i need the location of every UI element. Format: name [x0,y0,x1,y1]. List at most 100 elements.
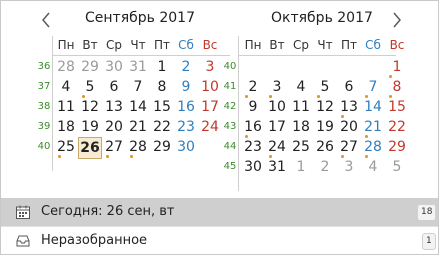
day-cell[interactable]: 19 [78,117,102,137]
day-cell[interactable]: 18 [54,117,78,137]
day-cell[interactable]: 29 [78,57,102,77]
day-cell[interactable]: 16 [241,117,265,137]
day-cell[interactable]: 18 [289,117,313,137]
month-title-september[interactable]: Сентябрь 2017 [85,10,195,26]
day-cell[interactable]: 28 [361,137,385,157]
week-number[interactable]: 39 [35,121,53,132]
day-cell[interactable]: 5 [385,157,409,177]
day-cell[interactable]: 4 [289,77,313,97]
day-cell[interactable]: 23 [174,117,198,137]
today-row[interactable]: Сегодня: 26 сен, вт 18 [1,198,438,226]
day-cell[interactable]: 28 [54,57,78,77]
day-cell[interactable]: 27 [102,137,126,157]
day-cell[interactable]: 4 [54,77,78,97]
day-cell[interactable]: 1 [150,57,174,77]
today-count-badge: 18 [417,204,437,221]
day-cell[interactable]: 17 [198,97,222,117]
day-cell[interactable]: 25 [54,137,78,157]
day-cell[interactable]: 10 [265,97,289,117]
day-cell[interactable]: 20 [102,117,126,137]
day-cell[interactable]: 2 [313,157,337,177]
unsorted-row[interactable]: Неразобранное 1 [1,226,438,254]
day-cell[interactable]: 15 [150,97,174,117]
mini-calendar-panel: Сентябрь 2017 Октябрь 2017 Сегодня: 26 с… [0,0,439,255]
day-cell[interactable]: 13 [337,97,361,117]
day-cell[interactable]: 6 [102,77,126,97]
day-cell[interactable]: 12 [313,97,337,117]
next-month-button[interactable] [387,9,407,31]
day-cell[interactable]: 30 [241,157,265,177]
day-cell[interactable]: 14 [126,97,150,117]
day-cell[interactable]: 27 [337,137,361,157]
day-cell[interactable]: 23 [241,137,265,157]
day-cell[interactable]: 7 [361,77,385,97]
day-cell[interactable]: 6 [337,77,361,97]
month-title-october[interactable]: Октябрь 2017 [271,10,373,26]
week-number[interactable]: 40 [221,61,239,72]
chevron-right-icon [393,12,401,28]
day-cell[interactable]: 5 [313,77,337,97]
day-cell[interactable]: 25 [289,137,313,157]
day-cell[interactable]: 21 [361,117,385,137]
day-cell[interactable]: 5 [78,77,102,97]
week-number[interactable]: 44 [221,141,239,152]
event-dot [130,155,133,158]
day-cell-today[interactable]: 26 [78,137,102,159]
day-cell[interactable]: 24 [265,137,289,157]
weekday-header: Вс [202,38,218,52]
day-cell[interactable]: 20 [337,117,361,137]
week-number[interactable]: 42 [221,101,239,112]
day-cell[interactable]: 26 [313,137,337,157]
day-cell[interactable]: 3 [265,77,289,97]
day-cell[interactable]: 8 [385,77,409,97]
unsorted-label: Неразобранное [41,233,148,248]
day-cell[interactable]: 11 [289,97,313,117]
weekday-header: Ср [293,38,309,52]
day-cell[interactable]: 8 [150,77,174,97]
day-cell[interactable]: 2 [174,57,198,77]
day-cell[interactable]: 30 [102,57,126,77]
day-cell[interactable]: 22 [385,117,409,137]
day-cell[interactable]: 17 [265,117,289,137]
day-cell[interactable]: 16 [174,97,198,117]
day-cell[interactable]: 10 [198,77,222,97]
day-cell[interactable]: 19 [313,117,337,137]
day-cell[interactable]: 4 [361,157,385,177]
day-cell[interactable]: 11 [54,97,78,117]
weekday-header: Ср [106,38,122,52]
day-cell[interactable]: 1 [385,57,409,77]
previous-month-button[interactable] [36,9,56,31]
day-cell[interactable]: 12 [78,97,102,117]
day-cell[interactable]: 31 [126,57,150,77]
day-cell[interactable]: 9 [241,97,265,117]
day-cell[interactable]: 3 [198,57,222,77]
day-cell[interactable]: 29 [150,137,174,157]
event-dot [106,155,109,158]
day-cell[interactable]: 22 [150,117,174,137]
week-number[interactable]: 36 [35,61,53,72]
day-cell[interactable]: 29 [385,137,409,157]
today-label: Сегодня: 26 сен, вт [41,204,175,219]
day-cell[interactable]: 1 [289,157,313,177]
week-number[interactable]: 37 [35,81,53,92]
day-cell[interactable]: 31 [265,157,289,177]
week-number[interactable]: 43 [221,121,239,132]
day-cell[interactable]: 28 [126,137,150,157]
weekday-header: Вт [269,38,285,52]
day-cell[interactable]: 15 [385,97,409,117]
chevron-left-icon [42,12,50,28]
day-cell[interactable]: 30 [174,137,198,157]
week-number[interactable]: 38 [35,101,53,112]
day-cell[interactable]: 24 [198,117,222,137]
day-cell[interactable]: 9 [174,77,198,97]
day-cell[interactable]: 2 [241,77,265,97]
day-cell[interactable]: 14 [361,97,385,117]
week-number[interactable]: 41 [221,81,239,92]
day-cell[interactable]: 7 [126,77,150,97]
day-cell[interactable]: 13 [102,97,126,117]
day-cell[interactable]: 21 [126,117,150,137]
week-number[interactable]: 40 [35,141,53,152]
day-cell[interactable]: 3 [337,157,361,177]
week-number[interactable]: 45 [221,161,239,172]
weekday-header: Чт [130,38,146,52]
